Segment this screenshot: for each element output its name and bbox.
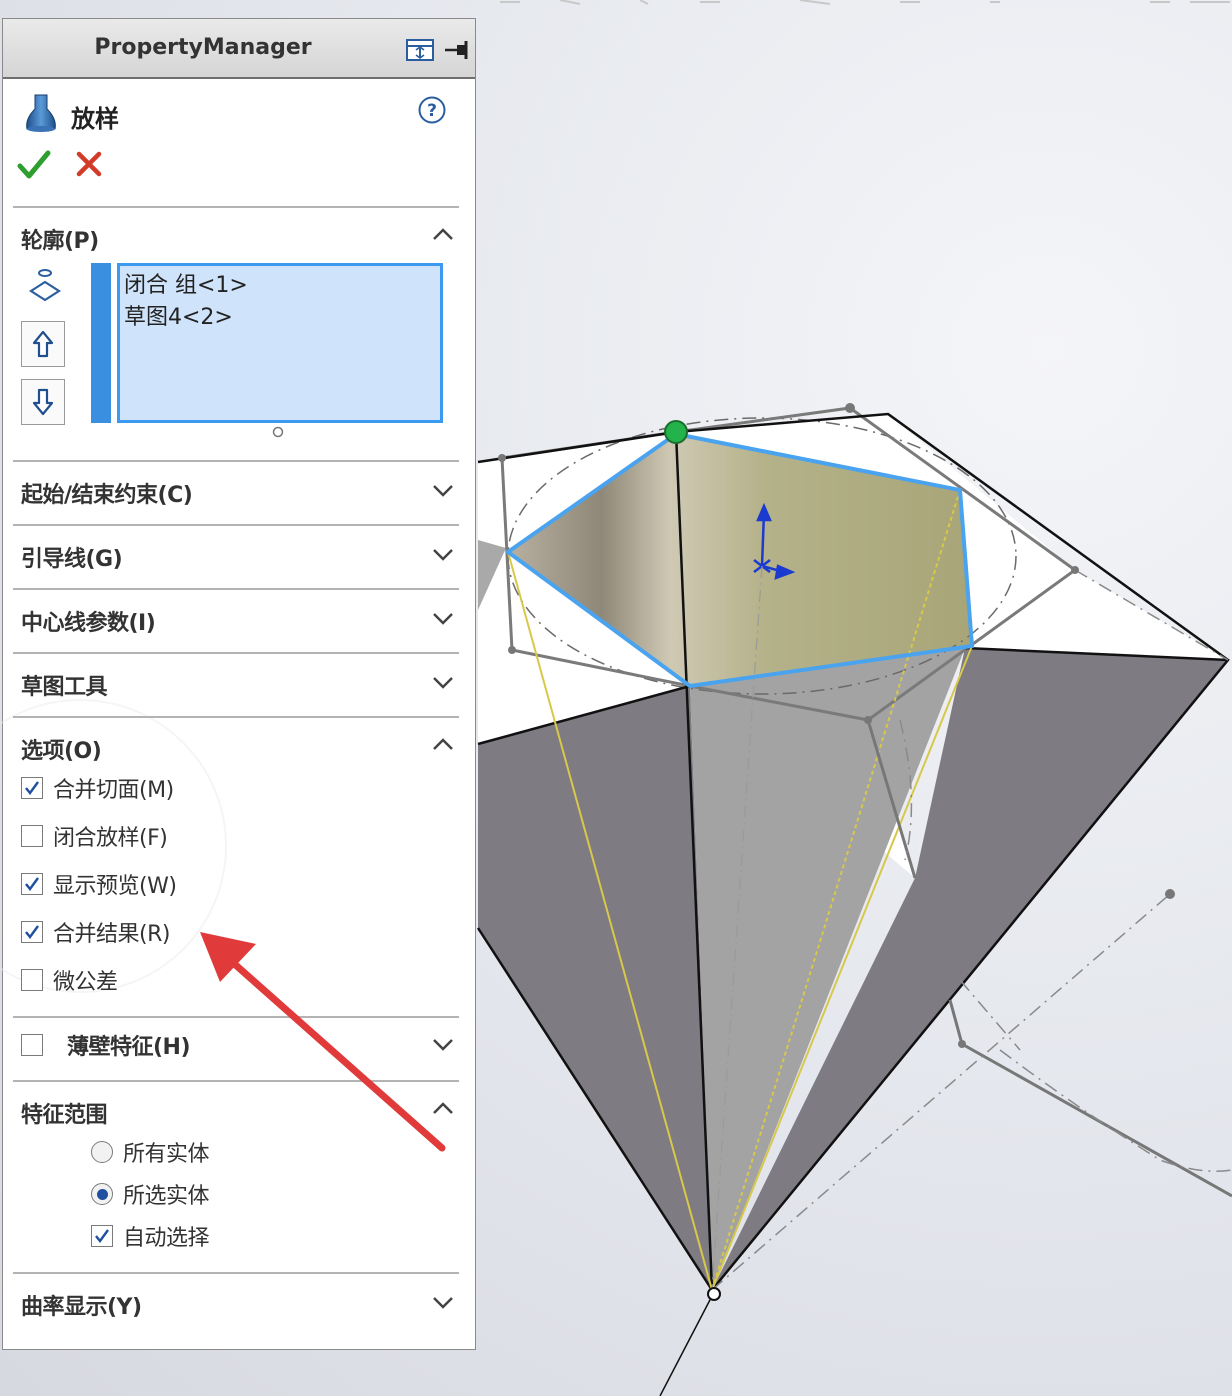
option-label: 合并切面(M) — [53, 778, 174, 803]
chevron-up-icon[interactable] — [431, 735, 455, 753]
checkbox-unchecked[interactable] — [21, 1034, 43, 1056]
section-title-guide-curves[interactable]: 引导线(G) — [21, 541, 123, 573]
scope-label: 所选实体 — [123, 1184, 210, 1209]
section-divider — [13, 1272, 459, 1274]
loft-feature-icon — [26, 94, 56, 132]
feature-name: 放样 — [71, 105, 119, 133]
scope-selected-bodies[interactable]: 所选实体 — [91, 1178, 210, 1210]
option-label: 闭合放样(F) — [53, 826, 168, 851]
chevron-up-icon[interactable] — [431, 225, 455, 243]
svg-text:?: ? — [427, 101, 437, 121]
section-divider — [13, 206, 459, 208]
checkbox-unchecked[interactable] — [21, 825, 43, 847]
check-icon — [25, 877, 39, 891]
annotation-arrow-icon — [200, 932, 446, 1152]
feature-header: 放样 ? — [23, 93, 453, 137]
section-title-feature-scope[interactable]: 特征范围 — [21, 1097, 108, 1129]
section-divider — [13, 716, 459, 718]
profile-selection-icon — [28, 269, 62, 302]
ok-button[interactable] — [17, 149, 51, 181]
section-title-centerline[interactable]: 中心线参数(I) — [21, 605, 156, 637]
checkbox-checked[interactable] — [21, 873, 43, 895]
profile-list-marker — [91, 263, 111, 423]
profile-list[interactable]: 闭合 组<1> 草图4<2> — [117, 263, 443, 423]
section-title-thin-feature[interactable]: 薄壁特征(H) — [67, 1029, 191, 1061]
checkbox-unchecked[interactable] — [21, 969, 43, 991]
option-show-preview[interactable]: 显示预览(W) — [21, 868, 177, 900]
chevron-down-icon[interactable] — [431, 609, 455, 627]
section-title-profile[interactable]: 轮廓(P) — [21, 223, 99, 255]
help-icon[interactable]: ? — [417, 95, 447, 125]
property-manager-header: PropertyManager — [3, 19, 475, 79]
section-title-start-end-constraints[interactable]: 起始/结束约束(C) — [21, 477, 193, 509]
arrow-down-icon — [32, 388, 54, 416]
option-micro-tolerance[interactable]: 微公差 — [21, 964, 118, 996]
section-divider — [13, 524, 459, 526]
arrow-up-icon — [32, 330, 54, 358]
show-hide-icon[interactable] — [405, 37, 435, 63]
checkbox-checked[interactable] — [21, 921, 43, 943]
panel-title: PropertyManager — [94, 35, 312, 60]
section-title-options[interactable]: 选项(O) — [21, 733, 102, 765]
radio-unselected[interactable] — [91, 1141, 113, 1163]
section-title-curvature-display[interactable]: 曲率显示(Y) — [21, 1289, 142, 1321]
checkbox-checked[interactable] — [21, 777, 43, 799]
section-divider — [13, 652, 459, 654]
option-merge-tangent-faces[interactable]: 合并切面(M) — [21, 772, 174, 804]
scope-auto-select[interactable]: 自动选择 — [91, 1220, 210, 1252]
checkbox-checked[interactable] — [91, 1225, 113, 1247]
option-label: 微公差 — [53, 970, 118, 995]
profile-item[interactable]: 草图4<2> — [124, 302, 436, 334]
chevron-down-icon[interactable] — [431, 1293, 455, 1311]
check-icon — [25, 925, 39, 939]
chevron-down-icon[interactable] — [431, 481, 455, 499]
cancel-button[interactable] — [75, 149, 103, 179]
chevron-down-icon[interactable] — [431, 545, 455, 563]
option-close-loft[interactable]: 闭合放样(F) — [21, 820, 168, 852]
radio-dot — [96, 1188, 108, 1200]
move-down-button[interactable] — [21, 379, 65, 425]
section-divider — [13, 588, 459, 590]
check-icon — [25, 781, 39, 795]
section-title-sketch-tools[interactable]: 草图工具 — [21, 669, 108, 701]
thin-feature-section[interactable]: 薄壁特征(H) — [21, 1029, 191, 1061]
profile-item[interactable]: 闭合 组<1> — [124, 270, 436, 302]
check-icon — [95, 1229, 109, 1243]
pin-icon[interactable] — [443, 37, 471, 63]
chevron-down-icon[interactable] — [431, 673, 455, 691]
scope-label: 自动选择 — [123, 1226, 210, 1251]
resize-handle-icon[interactable] — [271, 425, 285, 439]
move-up-button[interactable] — [21, 321, 65, 367]
option-label: 合并结果(R) — [53, 922, 170, 947]
radio-selected[interactable] — [91, 1183, 113, 1205]
option-merge-result[interactable]: 合并结果(R) — [21, 916, 170, 948]
section-divider — [13, 460, 459, 462]
option-label: 显示预览(W) — [53, 874, 177, 899]
